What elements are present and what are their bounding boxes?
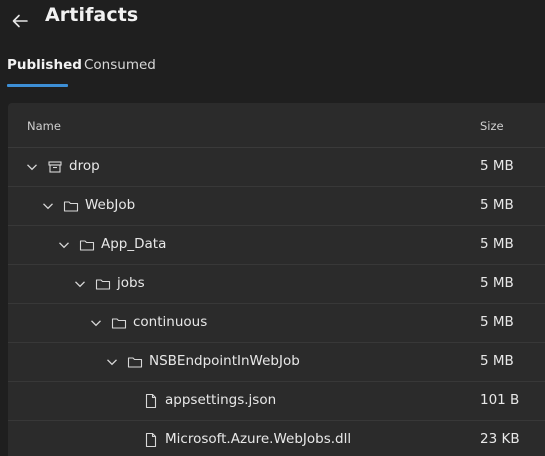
folder-icon <box>127 357 143 368</box>
tree-row-size: 5 MB <box>480 353 514 369</box>
column-header-size[interactable]: Size <box>480 119 504 133</box>
artifacts-page: Artifacts Published Consumed Name Size d… <box>0 0 545 456</box>
folder-icon <box>79 240 95 251</box>
folder-icon <box>111 318 127 329</box>
arrow-left-icon <box>12 14 28 28</box>
tree-row-app-data[interactable]: App_Data 5 MB <box>8 226 545 265</box>
tree-row-name: continuous <box>133 314 208 330</box>
tree-row-continuous[interactable]: continuous 5 MB <box>8 304 545 343</box>
tab-bar: Published Consumed <box>0 48 545 88</box>
tree-row-name: drop <box>69 158 100 174</box>
tree-row-name: NSBEndpointInWebJob <box>149 353 300 369</box>
tree-row-name: jobs <box>117 275 145 291</box>
tree-row-nsbendpointinwebjob[interactable]: NSBEndpointInWebJob 5 MB <box>8 343 545 382</box>
active-tab-indicator <box>7 84 68 87</box>
tree-row-name: App_Data <box>101 236 167 252</box>
chevron-down-icon[interactable] <box>58 239 70 251</box>
back-button[interactable] <box>8 9 32 33</box>
tree-row-jobs[interactable]: jobs 5 MB <box>8 265 545 304</box>
file-icon <box>145 432 157 448</box>
tree-row-microsoft-azure-webjobs-dll[interactable]: Microsoft.Azure.WebJobs.dll 23 KB <box>8 421 545 456</box>
tree-row-name: WebJob <box>85 197 136 213</box>
chevron-down-icon[interactable] <box>26 161 38 173</box>
tree-row-size: 5 MB <box>480 236 514 252</box>
folder-icon <box>95 279 111 290</box>
tree-row-size: 5 MB <box>480 275 514 291</box>
page-header: Artifacts <box>0 0 545 40</box>
chevron-down-icon[interactable] <box>90 317 102 329</box>
tree-row-name: appsettings.json <box>165 392 277 408</box>
tree-row-size: 5 MB <box>480 314 514 330</box>
tree-row-appsettings-json[interactable]: appsettings.json 101 B <box>8 382 545 421</box>
page-title: Artifacts <box>45 4 139 26</box>
artifact-package-icon <box>48 161 62 173</box>
folder-icon <box>63 201 79 212</box>
column-header-name[interactable]: Name <box>27 119 61 133</box>
chevron-down-icon[interactable] <box>106 356 118 368</box>
tree-row-size: 101 B <box>480 392 520 408</box>
tree-row-name: Microsoft.Azure.WebJobs.dll <box>165 431 352 447</box>
table-header: Name Size <box>8 103 545 148</box>
tab-consumed[interactable]: Consumed <box>84 56 156 86</box>
tab-published[interactable]: Published <box>7 56 82 86</box>
tree-row-webjob[interactable]: WebJob 5 MB <box>8 187 545 226</box>
artifacts-table: Name Size drop 5 MB WebJob 5 MB App_Data <box>8 103 545 456</box>
tree-row-size: 5 MB <box>480 158 514 174</box>
tree-row-size: 5 MB <box>480 197 514 213</box>
chevron-down-icon[interactable] <box>42 200 54 212</box>
tree-row-size: 23 KB <box>480 431 520 447</box>
chevron-down-icon[interactable] <box>74 278 86 290</box>
tree-row-drop[interactable]: drop 5 MB <box>8 148 545 187</box>
file-icon <box>145 393 157 409</box>
